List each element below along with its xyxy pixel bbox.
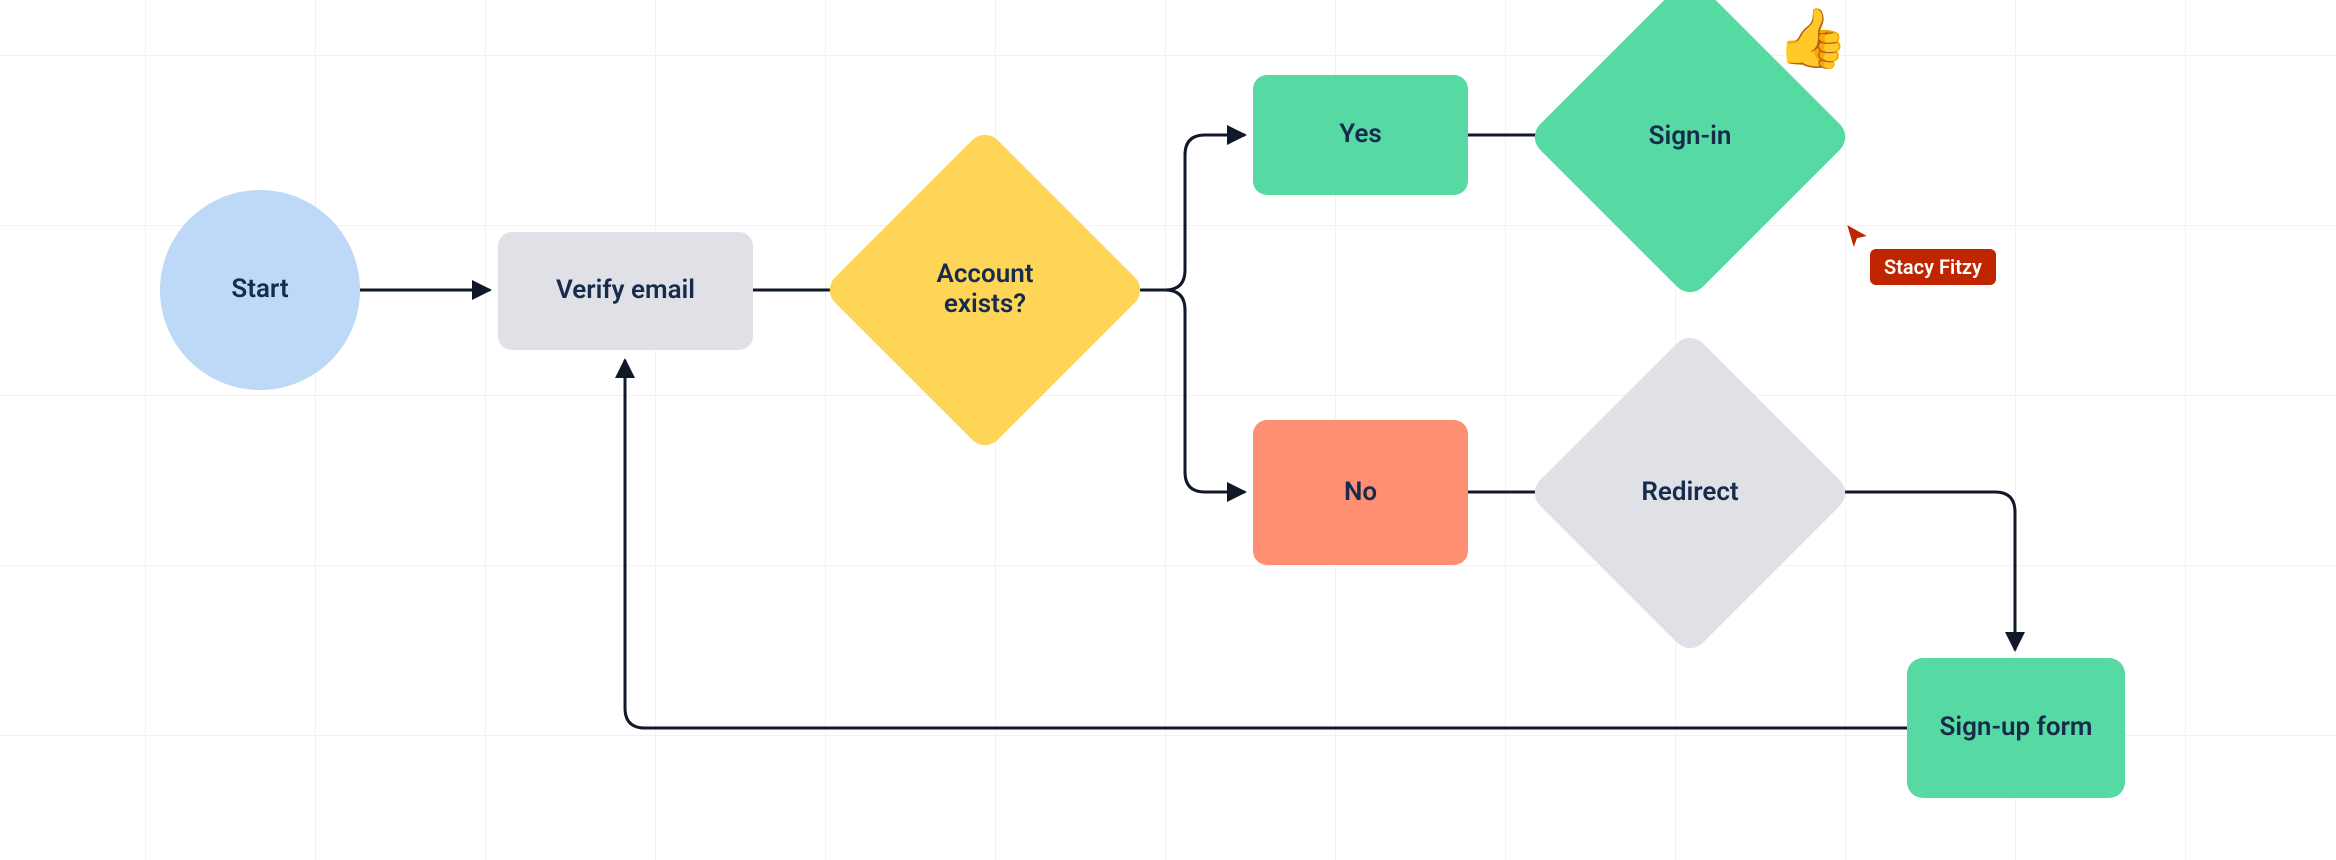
cursor-icon [1844,223,1870,249]
signup-form-label: Sign-up form [1928,704,2105,751]
signin-decision[interactable]: Sign-in [1575,22,1805,252]
account-exists-label: Account exists? [905,260,1065,320]
start-label: Start [219,266,300,313]
signup-form-process[interactable]: Sign-up form [1907,658,2125,798]
diagram-canvas[interactable]: Start Verify email Account exists? Yes N… [0,0,2336,860]
redirect-label: Redirect [1641,478,1738,508]
no-process[interactable]: No [1253,420,1468,565]
collaborator-cursor: Stacy Fitzy [1844,223,1870,249]
account-exists-decision[interactable]: Account exists? [870,175,1100,405]
edge-redirect-to-signup [1815,492,2015,650]
signin-label: Sign-in [1649,122,1732,152]
collaborator-name-tag: Stacy Fitzy [1870,249,1996,285]
verify-email-process[interactable]: Verify email [498,232,753,350]
yes-label: Yes [1327,111,1394,158]
edge-account-to-no [1108,290,1245,492]
redirect-decision[interactable]: Redirect [1575,378,1805,608]
no-label: No [1332,469,1389,516]
start-terminator[interactable]: Start [160,190,360,390]
edge-account-to-yes [1108,135,1245,290]
yes-process[interactable]: Yes [1253,75,1468,195]
verify-email-label: Verify email [544,267,707,314]
